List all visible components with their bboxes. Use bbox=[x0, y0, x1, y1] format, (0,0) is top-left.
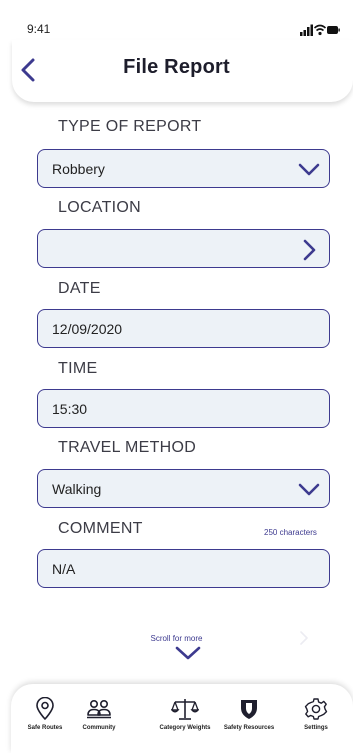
type-of-report-dropdown[interactable]: Robbery bbox=[37, 149, 330, 188]
tab-community[interactable]: Community bbox=[69, 697, 129, 732]
date-field[interactable]: 12/09/2020 bbox=[37, 309, 330, 348]
scroll-down-icon[interactable] bbox=[174, 645, 202, 661]
tab-label: Community bbox=[82, 725, 116, 731]
tab-settings[interactable]: Settings bbox=[286, 697, 346, 732]
page-title: File Report bbox=[123, 56, 230, 78]
tab-safe-routes[interactable]: Safe Routes bbox=[15, 697, 75, 732]
chevron-down-icon bbox=[298, 163, 320, 176]
tab-label: Safe Routes bbox=[27, 725, 63, 731]
date-label: DATE bbox=[58, 280, 101, 297]
date-value: 12/09/2020 bbox=[52, 321, 123, 337]
chevron-right-icon bbox=[303, 239, 316, 261]
gear-icon bbox=[304, 698, 328, 720]
time-field[interactable]: 15:30 bbox=[37, 389, 330, 428]
cellular-signal-icon bbox=[300, 24, 313, 36]
tab-label: Category Weights bbox=[159, 725, 211, 731]
comment-label: COMMENT bbox=[58, 520, 143, 537]
scales-icon bbox=[171, 699, 199, 720]
location-label: LOCATION bbox=[58, 199, 142, 216]
shield-icon bbox=[241, 700, 257, 719]
comment-value: N/A bbox=[52, 561, 76, 577]
wifi-icon bbox=[313, 24, 327, 36]
type-of-report-value: Robbery bbox=[52, 161, 105, 177]
comment-character-limit: 250 characters bbox=[264, 528, 317, 537]
tab-label: Safety Resources bbox=[223, 725, 275, 731]
travel-method-dropdown[interactable]: Walking bbox=[37, 469, 330, 508]
battery-icon bbox=[327, 26, 340, 34]
tab-category-weights[interactable]: Category Weights bbox=[155, 697, 215, 732]
travel-method-value: Walking bbox=[52, 481, 102, 497]
status-icons bbox=[300, 24, 340, 36]
users-icon bbox=[87, 699, 111, 719]
chevron-down-icon bbox=[298, 483, 320, 496]
status-time: 9:41 bbox=[27, 22, 51, 36]
travel-method-label: TRAVEL METHOD bbox=[58, 439, 197, 456]
comment-field[interactable]: N/A bbox=[37, 549, 330, 588]
time-value: 15:30 bbox=[52, 401, 88, 417]
tab-label: Settings bbox=[304, 725, 328, 731]
faded-chevron-right-icon bbox=[300, 631, 308, 645]
location-field[interactable] bbox=[37, 229, 330, 268]
time-label: TIME bbox=[58, 360, 98, 377]
type-of-report-label: TYPE OF REPORT bbox=[58, 118, 202, 135]
map-pin-icon bbox=[36, 697, 54, 720]
tab-safety-resources[interactable]: Safety Resources bbox=[219, 697, 279, 732]
